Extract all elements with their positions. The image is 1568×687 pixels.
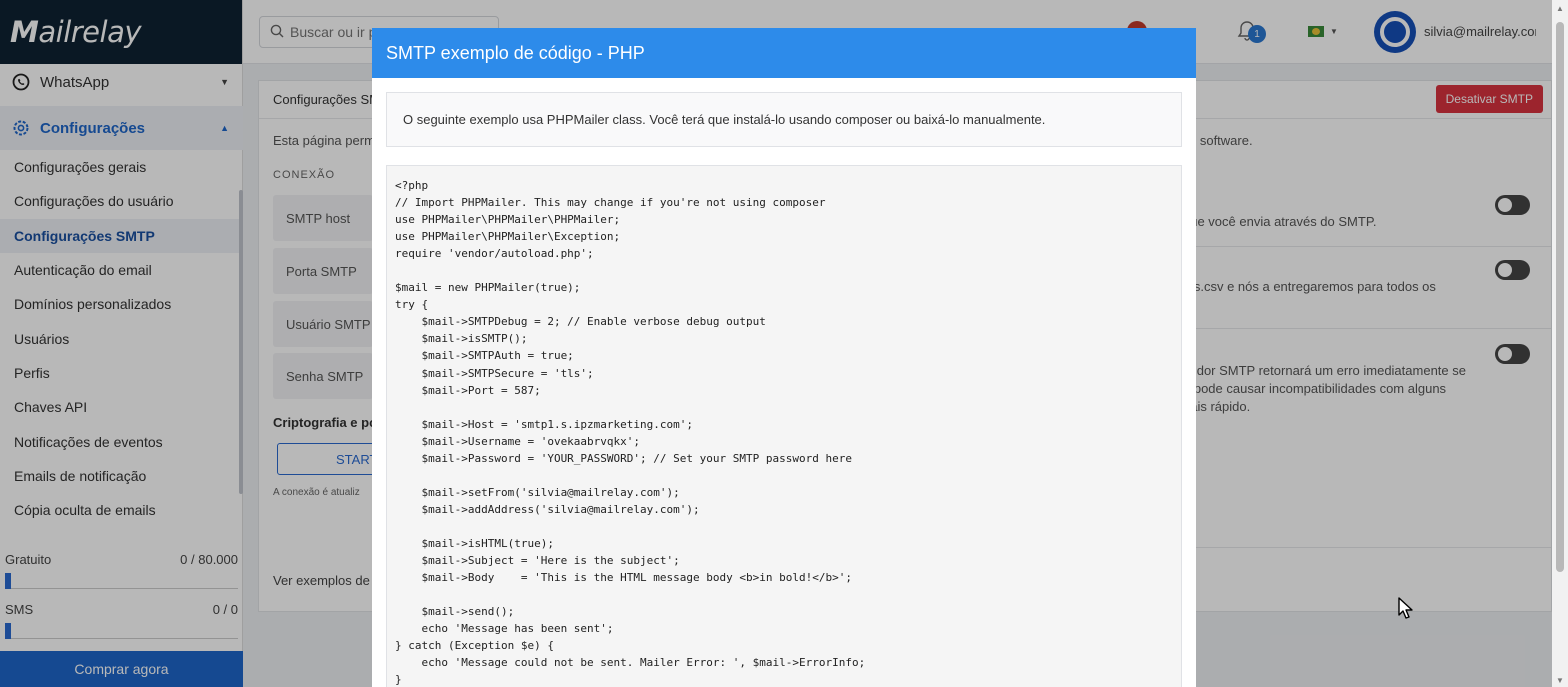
scrollbar-thumb[interactable]	[1556, 22, 1564, 572]
php-code-block[interactable]: <?php // Import PHPMailer. This may chan…	[386, 165, 1182, 687]
smtp-code-modal: SMTP exemplo de código - PHP O seguinte …	[372, 28, 1196, 687]
page-scrollbar[interactable]: ▲ ▼	[1552, 0, 1568, 687]
scroll-down-icon[interactable]: ▼	[1556, 676, 1564, 685]
modal-title: SMTP exemplo de código - PHP	[386, 42, 645, 63]
scroll-up-icon[interactable]: ▲	[1556, 4, 1564, 13]
mouse-cursor-icon	[1398, 597, 1414, 624]
modal-info-text: O seguinte exemplo usa PHPMailer class. …	[403, 112, 1046, 127]
modal-header: SMTP exemplo de código - PHP	[372, 28, 1196, 78]
modal-info-box: O seguinte exemplo usa PHPMailer class. …	[386, 92, 1182, 147]
